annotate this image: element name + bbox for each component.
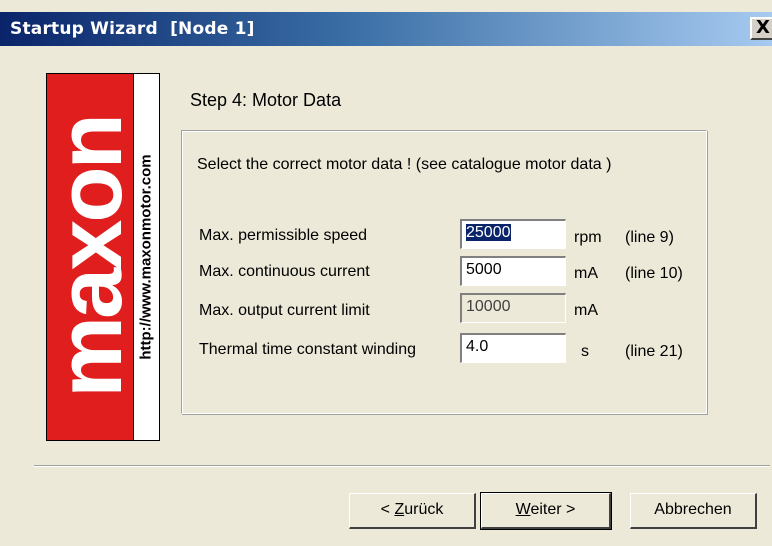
max-speed-label: Max. permissible speed <box>199 227 368 244</box>
button-separator <box>34 465 770 467</box>
max-current-unit: mA <box>574 265 598 282</box>
instruction-text: Select the correct motor data ! (see cat… <box>197 156 612 173</box>
maxon-logo: maxon http://www.maxonmotor.com <box>39 73 160 441</box>
logo-brand-text: maxon <box>39 116 141 398</box>
max-current-input[interactable]: 5000 <box>460 256 566 286</box>
thermal-time-constant-value: 4.0 <box>466 338 489 355</box>
startup-wizard-window: Startup Wizard [Node 1] X maxon http://w… <box>0 0 772 546</box>
next-button-rest: eiter > <box>530 501 576 518</box>
back-button-mnemonic: Z <box>394 501 405 518</box>
output-current-limit-value: 10000 <box>466 298 511 315</box>
step-title: Step 4: Motor Data <box>190 90 342 110</box>
next-button-mnemonic: W <box>515 501 531 518</box>
output-current-limit-input: 10000 <box>460 293 566 323</box>
back-button-prefix: < <box>380 501 395 518</box>
max-current-label: Max. continuous current <box>199 263 370 280</box>
thermal-time-constant-label: Thermal time constant winding <box>199 341 416 358</box>
max-current-value: 5000 <box>466 261 502 278</box>
max-current-ref: (line 10) <box>625 265 683 282</box>
thermal-time-constant-unit: s <box>581 343 589 360</box>
close-icon: X <box>756 17 770 38</box>
back-button-rest: urück <box>404 501 444 518</box>
thermal-time-constant-ref: (line 21) <box>625 343 683 360</box>
max-speed-value: 25000 <box>466 224 511 241</box>
max-speed-input[interactable]: 25000 <box>460 219 566 249</box>
cancel-button[interactable]: Abbrechen <box>630 493 757 529</box>
logo-url-text: http://www.maxonmotor.com <box>137 154 155 360</box>
max-speed-unit: rpm <box>574 229 602 246</box>
logo-red-panel: maxon <box>39 74 141 440</box>
title-bar[interactable]: Startup Wizard [Node 1] X <box>0 12 772 46</box>
max-speed-ref: (line 9) <box>625 229 674 246</box>
window-title: Startup Wizard [Node 1] <box>10 19 255 39</box>
next-button[interactable]: Weiter > <box>480 492 612 530</box>
thermal-time-constant-input[interactable]: 4.0 <box>460 333 566 363</box>
close-button[interactable]: X <box>750 17 772 40</box>
back-button[interactable]: < Zurück <box>349 493 476 529</box>
output-current-limit-label: Max. output current limit <box>199 302 370 319</box>
output-current-limit-unit: mA <box>574 302 598 319</box>
